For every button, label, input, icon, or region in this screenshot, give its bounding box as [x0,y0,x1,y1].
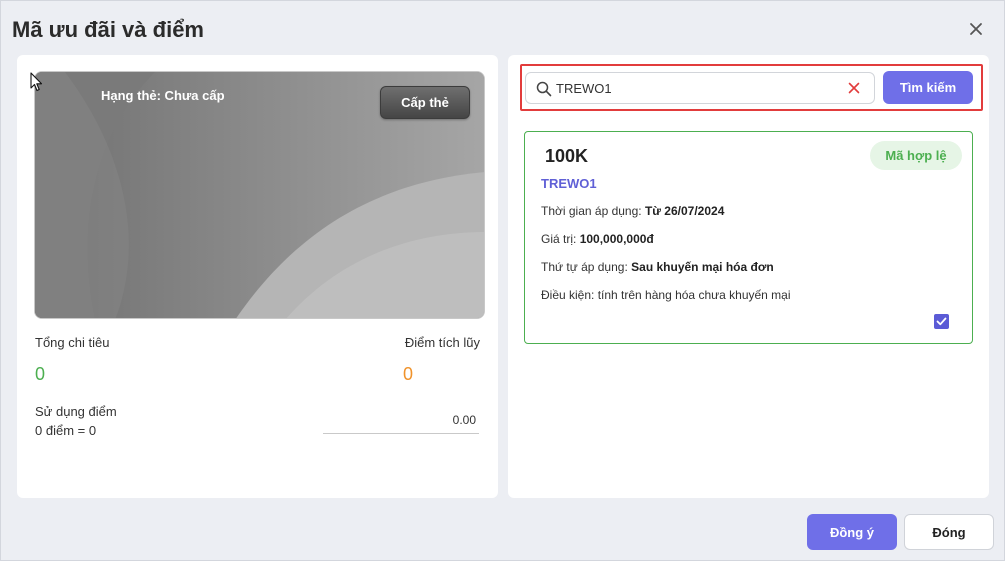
issue-card-button[interactable]: Cấp thẻ [380,86,470,119]
mouse-cursor-icon [30,72,43,92]
voucher-code: TREWO1 [541,176,597,191]
close-button[interactable]: Đóng [904,514,994,550]
voucher-card[interactable]: 100K TREWO1 Mã hợp lệ Thời gian áp dụng:… [524,131,973,344]
search-area-highlight: Tìm kiếm [520,64,983,111]
use-points-input[interactable] [323,407,479,434]
clear-icon[interactable] [848,82,860,94]
apply-time-row: Thời gian áp dụng: Từ 26/07/2024 [541,204,724,218]
use-points-label: Sử dụng điểm [35,404,117,419]
dialog-title: Mã ưu đãi và điểm [12,17,204,42]
search-input[interactable] [556,78,836,98]
close-icon[interactable] [968,21,984,37]
value-label: Giá trị: [541,232,577,246]
search-button[interactable]: Tìm kiếm [883,71,973,104]
voucher-panel: Tìm kiếm 100K TREWO1 Mã hợp lệ Thời gian… [508,55,989,498]
order-value: Sau khuyến mại hóa đơn [631,260,774,274]
apply-time-label: Thời gian áp dụng: [541,204,642,218]
value-row: Giá trị: 100,000,000đ [541,232,654,246]
points-label: Điểm tích lũy [404,335,480,350]
apply-time-value: Từ 26/07/2024 [644,204,725,218]
use-points-block: Sử dụng điểm 0 điểm = 0 [35,402,117,440]
order-row: Thứ tự áp dụng: Sau khuyến mại hóa đơn [541,260,774,274]
status-badge: Mã hợp lệ [870,141,962,170]
search-field[interactable] [525,72,875,104]
order-label: Thứ tự áp dụng: [541,260,628,274]
voucher-amount: 100K [545,146,589,166]
use-points-conversion: 0 điểm = 0 [35,423,97,438]
search-icon [536,81,552,97]
total-spend-value: 0 [35,364,46,384]
checkmark-icon [936,317,947,326]
member-card: Hạng thẻ: Chưa cấp Cấp thẻ [34,71,485,319]
promo-points-dialog: Mã ưu đãi và điểm Hạng thẻ: Chưa cấp Cấp [0,0,1005,561]
value-value: 100,000,000đ [579,232,654,246]
card-tier-label: Hạng thẻ: Chưa cấp [101,88,225,103]
points-value: 0 [402,364,413,384]
member-panel: Hạng thẻ: Chưa cấp Cấp thẻ Tổng chi tiêu… [17,55,498,498]
total-spend-label: Tổng chi tiêu [35,335,110,350]
voucher-select-checkbox[interactable] [934,314,949,329]
agree-button[interactable]: Đồng ý [807,514,897,550]
condition-row: Điều kiện: tính trên hàng hóa chưa khuyế… [541,288,791,302]
